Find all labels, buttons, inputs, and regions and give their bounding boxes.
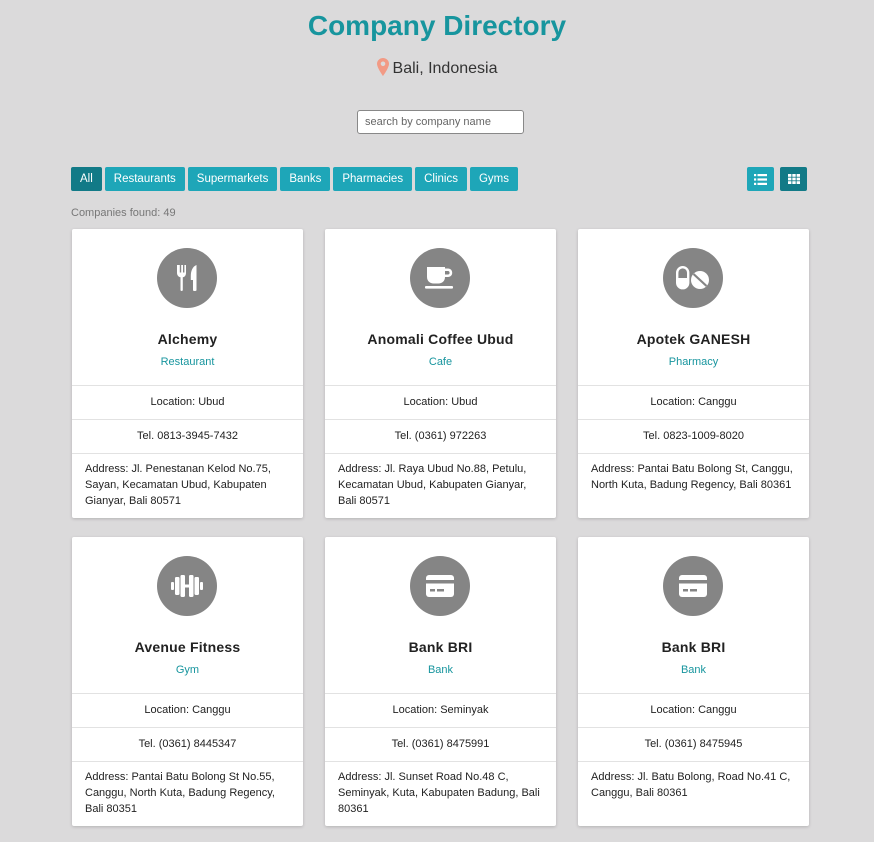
grid-view-button[interactable] <box>780 167 807 191</box>
filter-supermarkets-button[interactable]: Supermarkets <box>187 167 278 191</box>
company-location: Location: Ubud <box>72 386 303 420</box>
company-address: Address: Pantai Batu Bolong St, Canggu, … <box>591 463 793 491</box>
company-name: Avenue Fitness <box>134 639 241 655</box>
card-header: Apotek GANESH Pharmacy <box>578 229 809 386</box>
company-phone: Tel. (0361) 8475945 <box>578 728 809 762</box>
search-input[interactable] <box>357 110 524 134</box>
company-card[interactable]: Apotek GANESH Pharmacy Location: Canggu … <box>578 229 809 518</box>
card-icon-circle <box>157 248 217 308</box>
list-icon <box>754 173 767 185</box>
company-location: Location: Canggu <box>72 694 303 728</box>
company-phone: Tel. 0823-1009-8020 <box>578 420 809 454</box>
company-category: Bank <box>680 664 707 676</box>
card-header: Anomali Coffee Ubud Cafe <box>325 229 556 386</box>
card-icon-circle <box>410 248 470 308</box>
company-location: Location: Canggu <box>578 386 809 420</box>
card-icon-circle <box>157 556 217 616</box>
company-category: Restaurant <box>160 356 215 368</box>
company-card[interactable]: Alchemy Restaurant Location: Ubud Tel. 0… <box>72 229 303 518</box>
card-header: Alchemy Restaurant <box>72 229 303 386</box>
company-card[interactable]: Avenue Fitness Gym Location: Canggu Tel.… <box>72 537 303 826</box>
pills-icon <box>676 266 709 290</box>
page-title: Company Directory <box>307 10 567 41</box>
filter-all-button[interactable]: All <box>71 167 102 191</box>
filter-banks-button[interactable]: Banks <box>280 167 331 191</box>
company-name: Apotek GANESH <box>636 331 751 347</box>
company-location: Location: Ubud <box>325 386 556 420</box>
results-count: Companies found: 49 <box>71 207 176 219</box>
company-address: Address: Jl. Penestanan Kelod No.75, Say… <box>85 463 271 507</box>
credit-card-icon <box>426 575 454 597</box>
company-name: Anomali Coffee Ubud <box>367 331 514 347</box>
map-pin-icon <box>376 58 389 76</box>
company-category: Gym <box>175 664 200 676</box>
company-phone: Tel. (0361) 972263 <box>325 420 556 454</box>
page: Company Directory Bali, Indonesia All Re… <box>0 0 874 842</box>
filter-clinics-button[interactable]: Clinics <box>415 167 467 191</box>
card-icon-circle <box>663 556 723 616</box>
list-view-button[interactable] <box>747 167 774 191</box>
filter-gyms-button[interactable]: Gyms <box>469 167 518 191</box>
dumbbell-icon <box>171 575 203 597</box>
company-name: Bank BRI <box>661 639 726 655</box>
company-card[interactable]: Anomali Coffee Ubud Cafe Location: Ubud … <box>325 229 556 518</box>
utensils-icon <box>177 265 197 291</box>
company-category: Cafe <box>428 356 453 368</box>
filter-pharmacies-button[interactable]: Pharmacies <box>333 167 413 191</box>
category-filters: All Restaurants Supermarkets Banks Pharm… <box>71 167 521 191</box>
company-address: Address: Jl. Raya Ubud No.88, Petulu, Ke… <box>338 463 527 507</box>
company-location: Location: Seminyak <box>325 694 556 728</box>
location-text: Bali, Indonesia <box>392 60 498 77</box>
company-name: Alchemy <box>157 331 218 347</box>
company-category: Bank <box>427 664 454 676</box>
company-phone: Tel. (0361) 8475991 <box>325 728 556 762</box>
company-category: Pharmacy <box>668 356 719 368</box>
card-icon-circle <box>663 248 723 308</box>
company-location: Location: Canggu <box>578 694 809 728</box>
card-header: Bank BRI Bank <box>325 537 556 694</box>
company-phone: Tel. 0813-3945-7432 <box>72 420 303 454</box>
grid-icon <box>787 174 800 184</box>
company-address: Address: Jl. Batu Bolong, Road No.41 C, … <box>591 771 791 799</box>
location-label: Bali, Indonesia <box>0 58 874 78</box>
card-header: Bank BRI Bank <box>578 537 809 694</box>
card-header: Avenue Fitness Gym <box>72 537 303 694</box>
company-phone: Tel. (0361) 8445347 <box>72 728 303 762</box>
filter-restaurants-button[interactable]: Restaurants <box>104 167 185 191</box>
company-card[interactable]: Bank BRI Bank Location: Canggu Tel. (036… <box>578 537 809 826</box>
company-name: Bank BRI <box>408 639 473 655</box>
credit-card-icon <box>679 575 707 597</box>
card-icon-circle <box>410 556 470 616</box>
company-card[interactable]: Bank BRI Bank Location: Seminyak Tel. (0… <box>325 537 556 826</box>
company-address: Address: Pantai Batu Bolong St No.55, Ca… <box>85 771 275 815</box>
company-address: Address: Jl. Sunset Road No.48 C, Seminy… <box>338 771 540 815</box>
coffee-icon <box>425 267 453 289</box>
